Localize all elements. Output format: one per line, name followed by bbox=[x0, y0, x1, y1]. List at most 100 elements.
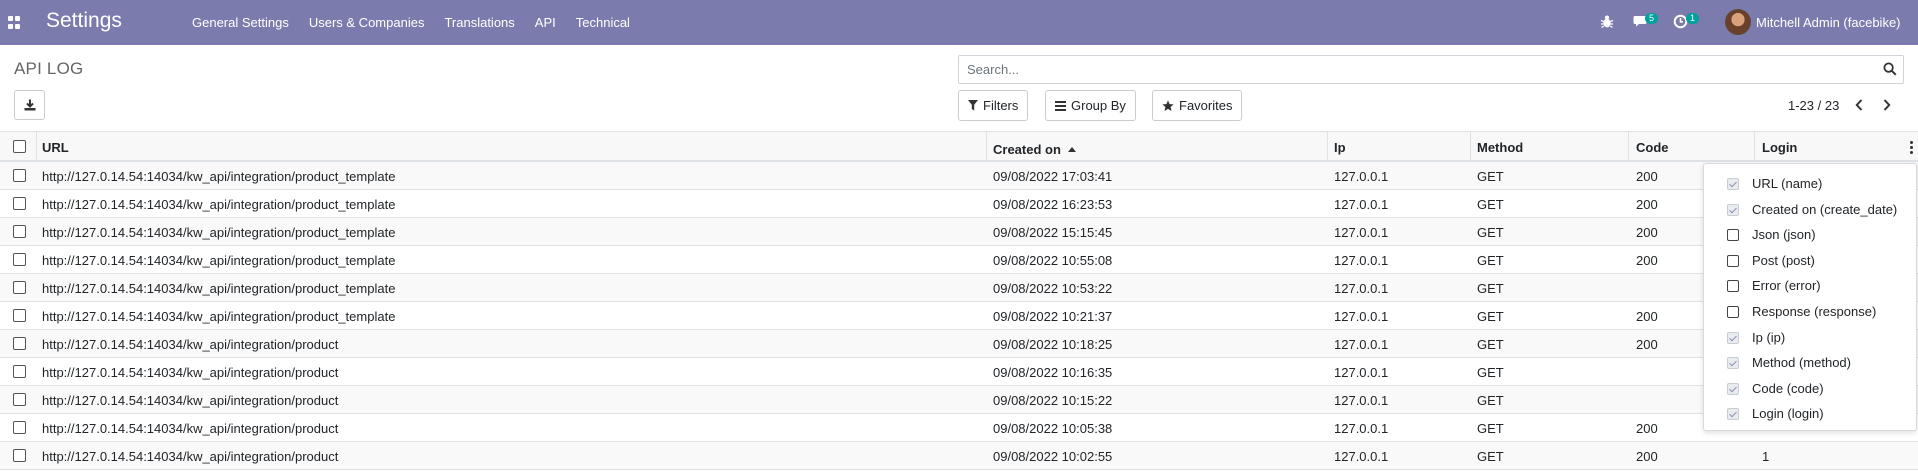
table-row[interactable]: http://127.0.14.54:14034/kw_api/integrat… bbox=[0, 274, 1918, 302]
cell-ip: 127.0.0.1 bbox=[1334, 309, 1389, 324]
menu-api[interactable]: API bbox=[525, 0, 566, 45]
optional-column-checkbox[interactable] bbox=[1727, 280, 1739, 293]
user-avatar[interactable] bbox=[1725, 9, 1751, 35]
sort-ascending-icon bbox=[1067, 140, 1076, 155]
optional-column-item[interactable]: Login (login) bbox=[1704, 402, 1916, 426]
main-menu: General Settings Users & Companies Trans… bbox=[182, 0, 640, 45]
optional-column-checkbox[interactable] bbox=[1727, 203, 1739, 216]
cell-login: 1 bbox=[1762, 449, 1770, 464]
table-row[interactable]: http://127.0.14.54:14034/kw_api/integrat… bbox=[0, 386, 1918, 414]
menu-general-settings[interactable]: General Settings bbox=[182, 0, 299, 45]
table-row[interactable]: http://127.0.14.54:14034/kw_api/integrat… bbox=[0, 246, 1918, 274]
favorites-button[interactable]: Favorites bbox=[1152, 90, 1243, 121]
cell-ip: 127.0.0.1 bbox=[1334, 169, 1389, 184]
filters-button[interactable]: Filters bbox=[958, 90, 1029, 121]
cell-method: GET bbox=[1477, 197, 1504, 212]
cell-ip: 127.0.0.1 bbox=[1334, 449, 1389, 464]
row-select-checkbox[interactable] bbox=[13, 253, 26, 266]
row-select-checkbox[interactable] bbox=[13, 309, 26, 322]
app-title[interactable]: Settings bbox=[46, 9, 122, 33]
column-header-url[interactable]: URL bbox=[42, 140, 69, 155]
filter-funnel-icon bbox=[968, 100, 978, 111]
column-header-created-on[interactable]: Created on bbox=[993, 140, 1076, 157]
search-bar bbox=[958, 55, 1904, 84]
cell-created-on: 09/08/2022 10:05:38 bbox=[993, 421, 1113, 436]
optional-column-item[interactable]: Response (response) bbox=[1704, 300, 1916, 324]
group-by-button[interactable]: Group By bbox=[1045, 90, 1136, 121]
cell-created-on: 09/08/2022 10:55:08 bbox=[993, 253, 1113, 268]
cell-method: GET bbox=[1477, 169, 1504, 184]
cell-ip: 127.0.0.1 bbox=[1334, 365, 1389, 380]
cell-url: http://127.0.14.54:14034/kw_api/integrat… bbox=[42, 337, 339, 352]
column-header-code[interactable]: Code bbox=[1636, 140, 1669, 155]
cell-code: 200 bbox=[1636, 197, 1658, 212]
table-row[interactable]: http://127.0.14.54:14034/kw_api/integrat… bbox=[0, 442, 1918, 470]
optional-column-checkbox[interactable] bbox=[1727, 408, 1739, 421]
row-select-checkbox[interactable] bbox=[13, 337, 26, 350]
search-icon[interactable] bbox=[1883, 62, 1897, 79]
cell-url: http://127.0.14.54:14034/kw_api/integrat… bbox=[42, 309, 396, 324]
pager-next-icon[interactable] bbox=[1878, 96, 1896, 114]
pager-previous-icon[interactable] bbox=[1850, 96, 1868, 114]
table-row[interactable]: http://127.0.14.54:14034/kw_api/integrat… bbox=[0, 162, 1918, 190]
optional-column-item[interactable]: Method (method) bbox=[1704, 351, 1916, 375]
cell-ip: 127.0.0.1 bbox=[1334, 393, 1389, 408]
row-select-checkbox[interactable] bbox=[13, 421, 26, 434]
optional-column-checkbox[interactable] bbox=[1727, 254, 1739, 267]
cell-method: GET bbox=[1477, 309, 1504, 324]
menu-users-companies[interactable]: Users & Companies bbox=[299, 0, 435, 45]
table-row[interactable]: http://127.0.14.54:14034/kw_api/integrat… bbox=[0, 330, 1918, 358]
optional-column-item[interactable]: URL (name) bbox=[1704, 172, 1916, 196]
table-row[interactable]: http://127.0.14.54:14034/kw_api/integrat… bbox=[0, 358, 1918, 386]
cell-url: http://127.0.14.54:14034/kw_api/integrat… bbox=[42, 449, 339, 464]
optional-column-checkbox[interactable] bbox=[1727, 331, 1739, 344]
optional-column-label: Error (error) bbox=[1752, 278, 1821, 294]
user-menu[interactable]: Mitchell Admin (facebike) bbox=[1756, 15, 1901, 30]
cell-ip: 127.0.0.1 bbox=[1334, 337, 1389, 352]
cell-method: GET bbox=[1477, 449, 1504, 464]
optional-column-checkbox[interactable] bbox=[1727, 382, 1739, 395]
optional-column-item[interactable]: Ip (ip) bbox=[1704, 326, 1916, 350]
column-header-ip[interactable]: Ip bbox=[1334, 140, 1346, 155]
debug-bug-icon[interactable] bbox=[1600, 14, 1614, 32]
cell-ip: 127.0.0.1 bbox=[1334, 225, 1389, 240]
select-all-checkbox[interactable] bbox=[13, 140, 26, 153]
cell-code: 200 bbox=[1636, 449, 1658, 464]
table-row[interactable]: http://127.0.14.54:14034/kw_api/integrat… bbox=[0, 302, 1918, 330]
apps-menu-icon[interactable] bbox=[8, 16, 21, 29]
search-input[interactable] bbox=[959, 56, 1859, 83]
column-header-login[interactable]: Login bbox=[1762, 140, 1797, 155]
optional-column-item[interactable]: Code (code) bbox=[1704, 377, 1916, 401]
optional-column-checkbox[interactable] bbox=[1727, 229, 1739, 242]
table-row[interactable]: http://127.0.14.54:14034/kw_api/integrat… bbox=[0, 190, 1918, 218]
table-row[interactable]: http://127.0.14.54:14034/kw_api/integrat… bbox=[0, 414, 1918, 442]
row-select-checkbox[interactable] bbox=[13, 225, 26, 238]
menu-translations[interactable]: Translations bbox=[434, 0, 524, 45]
column-header-method[interactable]: Method bbox=[1477, 140, 1523, 155]
row-select-checkbox[interactable] bbox=[13, 449, 26, 462]
row-select-checkbox[interactable] bbox=[13, 281, 26, 294]
group-by-label: Group By bbox=[1071, 98, 1126, 113]
cell-created-on: 09/08/2022 10:21:37 bbox=[993, 309, 1113, 324]
optional-columns-toggle-icon[interactable] bbox=[1909, 141, 1913, 154]
row-select-checkbox[interactable] bbox=[13, 197, 26, 210]
table-row[interactable]: http://127.0.14.54:14034/kw_api/integrat… bbox=[0, 218, 1918, 246]
menu-technical[interactable]: Technical bbox=[566, 0, 640, 45]
optional-column-item[interactable]: Error (error) bbox=[1704, 274, 1916, 298]
optional-column-label: Json (json) bbox=[1752, 227, 1816, 243]
cell-code: 200 bbox=[1636, 421, 1658, 436]
optional-column-item[interactable]: Created on (create_date) bbox=[1704, 198, 1916, 222]
optional-column-checkbox[interactable] bbox=[1727, 306, 1739, 318]
cell-ip: 127.0.0.1 bbox=[1334, 281, 1389, 296]
cell-method: GET bbox=[1477, 253, 1504, 268]
optional-column-checkbox[interactable] bbox=[1727, 178, 1739, 190]
optional-column-item[interactable]: Post (post) bbox=[1704, 249, 1916, 273]
pager-value[interactable]: 1-23 / 23 bbox=[1788, 98, 1839, 113]
row-select-checkbox[interactable] bbox=[13, 169, 26, 182]
row-select-checkbox[interactable] bbox=[13, 365, 26, 378]
optional-column-checkbox[interactable] bbox=[1727, 357, 1739, 370]
row-select-checkbox[interactable] bbox=[13, 393, 26, 406]
column-header-created-on-label: Created on bbox=[993, 142, 1061, 157]
export-all-button[interactable] bbox=[14, 90, 45, 120]
optional-column-item[interactable]: Json (json) bbox=[1704, 223, 1916, 247]
